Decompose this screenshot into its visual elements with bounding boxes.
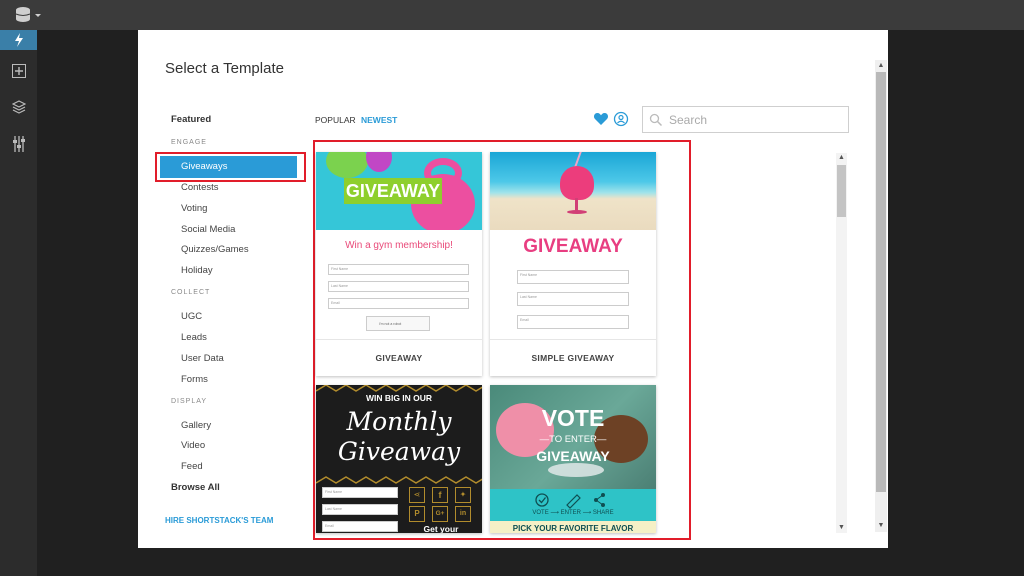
facebook-icon: f xyxy=(432,487,448,503)
templates-scroll-up-icon[interactable]: ▲ xyxy=(836,153,847,163)
category-quizzes-games[interactable]: Quizzes/Games xyxy=(181,244,249,255)
category-featured[interactable]: Featured xyxy=(171,114,211,125)
category-forms[interactable]: Forms xyxy=(181,374,208,385)
category-social-media[interactable]: Social Media xyxy=(181,224,235,235)
scroll-thumb[interactable] xyxy=(876,72,886,492)
hire-team-link[interactable]: HIRE SHORTSTACK'S TEAM xyxy=(165,516,273,525)
card1-captcha: I'm not a robot xyxy=(366,316,430,331)
card1-title: GIVEAWAY xyxy=(316,339,482,376)
templates-scroll-thumb[interactable] xyxy=(837,165,846,217)
favorites-button[interactable] xyxy=(593,111,609,127)
card4-bottom: PICK YOUR FAVORITE FLAVOR xyxy=(490,521,656,533)
template-card-vote-giveaway[interactable]: VOTE —TO ENTER— GIVEAWAY VOTE ⟶ ENTER ⟶ … xyxy=(490,385,656,533)
highlight-giveaways xyxy=(155,152,306,182)
card1-subtitle: Win a gym membership! xyxy=(345,240,453,251)
card3-field-first: First Name xyxy=(322,487,398,498)
card4-line2: —TO ENTER— xyxy=(539,434,607,445)
card3-line3: Giveaway xyxy=(337,437,461,466)
sort-popular[interactable]: POPULAR xyxy=(315,115,356,125)
card2-field-last: Last Name xyxy=(517,292,629,306)
category-contests[interactable]: Contests xyxy=(181,182,219,193)
card1-field-first: First Name xyxy=(328,264,469,275)
card3-line1: WIN BIG IN OUR xyxy=(365,393,433,403)
card1-banner: GIVEAWAY xyxy=(344,178,442,204)
card1-field-email: Email xyxy=(328,298,469,309)
database-logo-icon xyxy=(15,7,41,22)
app-logo-menu[interactable] xyxy=(14,5,42,25)
card4-steps: VOTE ⟶ ENTER ⟶ SHARE xyxy=(532,510,614,516)
card4-line1: VOTE xyxy=(541,405,605,431)
card3-line2: Monthly xyxy=(346,407,452,436)
add-button[interactable] xyxy=(0,61,37,81)
layers-icon xyxy=(11,100,26,114)
heart-icon xyxy=(593,113,609,125)
section-collect-heading: COLLECT xyxy=(171,289,211,296)
category-user-data[interactable]: User Data xyxy=(181,353,224,364)
section-engage-heading: ENGAGE xyxy=(171,139,207,146)
sort-newest[interactable]: NEWEST xyxy=(361,115,397,125)
category-feed[interactable]: Feed xyxy=(181,461,203,472)
search-input[interactable] xyxy=(669,110,844,130)
scroll-up-icon[interactable]: ▲ xyxy=(875,61,887,71)
template-card-simple-giveaway[interactable]: GIVEAWAY First Name Last Name Email SIMP… xyxy=(490,152,656,376)
lightning-icon xyxy=(14,33,23,47)
category-leads[interactable]: Leads xyxy=(181,332,207,343)
linkedin-icon: in xyxy=(455,506,471,522)
modal-scrollbar[interactable]: ▲ ▼ xyxy=(875,60,887,532)
twitter-icon: ✦ xyxy=(455,487,471,503)
card2-banner: GIVEAWAY xyxy=(523,236,623,257)
category-voting[interactable]: Voting xyxy=(181,203,207,214)
card2-title: SIMPLE GIVEAWAY xyxy=(490,339,656,376)
category-gallery[interactable]: Gallery xyxy=(181,420,211,431)
category-video[interactable]: Video xyxy=(181,440,205,451)
card4-line3: GIVEAWAY xyxy=(536,448,610,464)
category-browse-all[interactable]: Browse All xyxy=(171,482,220,493)
card3-cta: Get your xyxy=(423,524,459,533)
scroll-down-icon[interactable]: ▼ xyxy=(875,521,887,531)
template-card-giveaway[interactable]: GIVEAWAY Win a gym membership! First Nam… xyxy=(316,152,482,376)
category-holiday[interactable]: Holiday xyxy=(181,265,213,276)
sliders-icon xyxy=(12,136,25,152)
user-circle-icon xyxy=(613,111,629,127)
google-plus-icon: G+ xyxy=(432,506,448,522)
template-card-monthly-giveaway[interactable]: WIN BIG IN OUR Monthly Giveaway First Na… xyxy=(316,385,482,533)
category-sidebar: Featured ENGAGE Giveaways Contests Votin… xyxy=(138,30,308,548)
steps-icons xyxy=(535,493,605,509)
search-icon xyxy=(649,113,663,127)
lightning-button[interactable] xyxy=(0,30,37,50)
share-icon: ⋖ xyxy=(409,487,425,503)
my-templates-button[interactable] xyxy=(613,111,629,127)
templates-scroll-down-icon[interactable]: ▼ xyxy=(836,523,847,533)
section-display-heading: DISPLAY xyxy=(171,398,208,405)
settings-button[interactable] xyxy=(0,134,37,154)
card3-field-last: Last Name xyxy=(322,504,398,515)
search-box xyxy=(642,106,849,133)
templates-scrollbar[interactable]: ▲ ▼ xyxy=(836,153,847,533)
card4-steps-band: VOTE ⟶ ENTER ⟶ SHARE xyxy=(490,489,656,521)
pinterest-icon: P xyxy=(409,506,425,522)
category-ugc[interactable]: UGC xyxy=(181,311,202,322)
card2-field-email: Email xyxy=(517,315,629,329)
card3-field-email: Email xyxy=(322,521,398,532)
kettlebell-image: GIVEAWAY xyxy=(316,152,482,230)
card1-field-last: Last Name xyxy=(328,281,469,292)
beach-drink-image xyxy=(490,152,656,230)
template-modal: Select a Template ▲ ▼ Featured ENGAGE Gi… xyxy=(138,30,888,548)
layers-button[interactable] xyxy=(0,97,37,117)
left-toolbar xyxy=(0,30,37,576)
top-bar xyxy=(0,0,1024,30)
card2-field-first: First Name xyxy=(517,270,629,284)
plus-square-icon xyxy=(11,64,26,78)
chevron-down-icon xyxy=(35,14,41,17)
